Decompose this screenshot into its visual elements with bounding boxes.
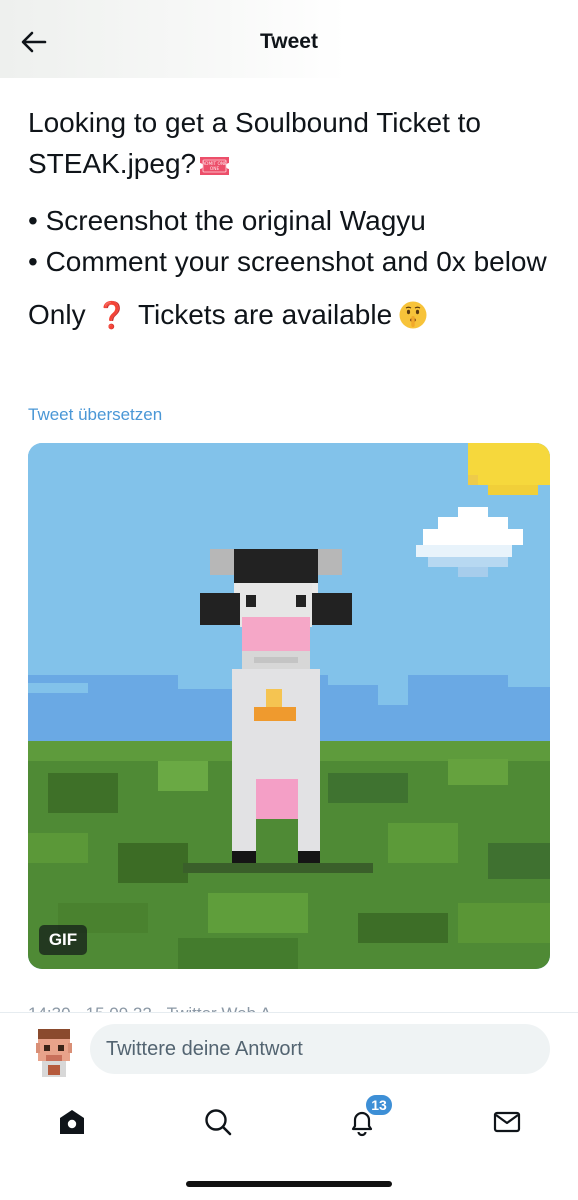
question-mark-emoji: ❓ [95,300,128,330]
pixel-cow-image [28,443,550,969]
tweet-media-gif[interactable]: GIF [28,443,550,969]
tweet-text-line2: STEAK.jpeg? [28,148,197,179]
ticket-emoji-icon: ADMIT ONE ONE [198,147,231,188]
page-title: Tweet [260,30,318,53]
reply-bar: Twittere deine Antwort [0,1012,578,1088]
home-indicator[interactable] [186,1181,392,1187]
shushing-face-emoji-icon [398,300,428,341]
tweet-bullet-2: • Comment your screenshot and 0x below [28,246,547,277]
mail-icon [493,1111,521,1133]
tweet-bullet: • Screenshot the original Wagyu [28,200,553,241]
tweet-detail-screen: Tweet Looking to get a Soulbound Ticket … [0,0,578,1200]
tweet-bullet: • Comment your screenshot and 0x below [28,241,553,282]
tab-messages[interactable] [485,1100,529,1144]
tab-search[interactable] [196,1100,240,1144]
avatar [34,1025,74,1079]
svg-text:ONE: ONE [210,166,220,172]
tweet-text-line1: Looking to get a Soulbound Ticket to [28,107,481,138]
tweet-body: Looking to get a Soulbound Ticket to STE… [28,102,553,353]
search-icon [205,1109,232,1136]
tweet-line: STEAK.jpeg? ADMIT ONE ONE [28,143,553,188]
notification-count-badge: 13 [364,1093,394,1117]
tweet-bullet-1: • Screenshot the original Wagyu [28,205,426,236]
tweet-tickets-text: Tickets are available [137,299,393,330]
translate-tweet-link[interactable]: Tweet übersetzen [28,405,162,425]
tab-home[interactable] [50,1100,94,1144]
tweet-line: Looking to get a Soulbound Ticket to [28,102,553,143]
reply-input[interactable]: Twittere deine Antwort [90,1024,550,1074]
tweet-only-text: Only [28,299,86,330]
home-icon [60,1110,84,1134]
gif-badge: GIF [39,925,87,955]
tweet-line: Only ❓ Tickets are available [28,294,553,341]
header-bar: Tweet [0,0,578,78]
